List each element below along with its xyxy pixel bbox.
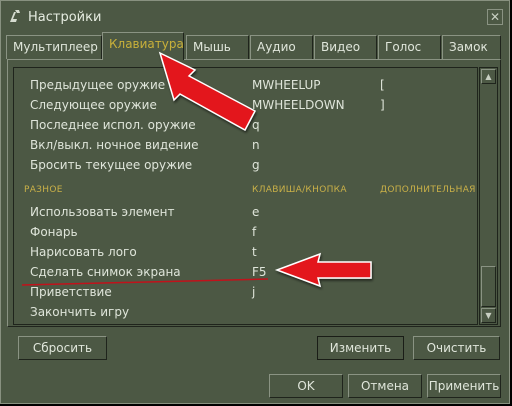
apply-button[interactable]: Применить — [427, 374, 501, 398]
action-label: Нарисовать лого — [30, 245, 137, 259]
tab-mouse[interactable]: Мышь — [186, 35, 249, 59]
button-label: Отмена — [360, 379, 410, 393]
arrow-down-icon: ▼ — [485, 311, 492, 320]
button-label: Применить — [428, 379, 500, 393]
button-label: OK — [297, 379, 315, 393]
tab-label: Голос — [385, 40, 422, 54]
action-label: Предыдущее оружие — [30, 78, 166, 92]
settings-window: Настройки ✕ Мультиплеер Клавиатура Мышь … — [0, 0, 510, 404]
button-label: Изменить — [329, 341, 392, 355]
key-value: j — [252, 285, 256, 299]
key-value: g — [252, 158, 260, 172]
list-item[interactable]: Сделать снимок экрана F5 — [14, 262, 477, 282]
title-bar: Настройки ✕ — [1, 1, 509, 31]
tab-label: Мультиплеер — [13, 40, 98, 54]
button-label: Сбросить — [32, 341, 93, 355]
key-value: t — [252, 245, 257, 259]
scroll-down-button[interactable]: ▼ — [481, 308, 496, 323]
list-item[interactable]: Нарисовать лого t — [14, 242, 477, 262]
tab-label: Замок — [449, 40, 488, 54]
list-item[interactable]: Приветствие j — [14, 282, 477, 302]
tab-label: Мышь — [193, 40, 231, 54]
action-label: Использовать элемент — [30, 205, 175, 219]
key-value: MWHEELUP — [252, 78, 321, 92]
tab-keyboard[interactable]: Клавиатура — [102, 32, 184, 60]
close-icon: ✕ — [489, 10, 501, 24]
cs-logo-icon — [10, 10, 20, 22]
key-binding-list[interactable]: Предыдущее оружие MWHEELUP [ Следующее о… — [13, 67, 478, 325]
action-label: Бросить текущее оружие — [30, 158, 193, 172]
key-value: n — [252, 138, 260, 152]
tab-multiplayer[interactable]: Мультиплеер — [6, 35, 102, 59]
tab-label: Клавиатура — [109, 37, 184, 51]
key-value: MWHEELDOWN — [252, 98, 345, 112]
action-label: Вкл/выкл. ночное видение — [30, 138, 199, 152]
action-label: Приветствие — [30, 285, 112, 299]
action-label: Закончить игру — [30, 305, 130, 319]
alt-key-value: [ — [380, 78, 385, 92]
action-label: Фонарь — [30, 225, 78, 239]
clear-button[interactable]: Очистить — [413, 336, 500, 360]
arrow-up-icon: ▲ — [485, 72, 492, 81]
change-button[interactable]: Изменить — [317, 336, 404, 360]
ok-button[interactable]: OK — [269, 374, 343, 398]
alt-key-value: ] — [380, 98, 385, 112]
action-label: Последнее испол. оружие — [30, 118, 196, 132]
key-value: q — [252, 118, 260, 132]
section-title: РАЗНОЕ — [24, 185, 63, 195]
list-item[interactable]: Предыдущее оружие MWHEELUP [ — [14, 75, 477, 95]
scroll-up-button[interactable]: ▲ — [481, 69, 496, 84]
list-item[interactable]: Последнее испол. оружие q — [14, 115, 477, 135]
cancel-button[interactable]: Отмена — [348, 374, 422, 398]
column-header-key: КЛАВИША/КНОПКА — [252, 185, 347, 195]
scroll-thumb[interactable] — [481, 266, 496, 307]
tab-video[interactable]: Видео — [314, 35, 377, 59]
tab-label: Видео — [321, 40, 361, 54]
list-scrollbar[interactable]: ▲ ▼ — [479, 67, 498, 325]
list-item[interactable]: Вкл/выкл. ночное видение n — [14, 135, 477, 155]
key-value: f — [252, 225, 257, 239]
list-item[interactable]: Бросить текущее оружие g — [14, 155, 477, 175]
key-value: e — [252, 205, 260, 219]
action-label: Следующее оружие — [30, 98, 157, 112]
section-header: РАЗНОЕ КЛАВИША/КНОПКА ДОПОЛНИТЕЛЬНАЯ — [14, 180, 477, 200]
list-item[interactable]: Использовать элемент e — [14, 202, 477, 222]
reset-button[interactable]: Сбросить — [18, 336, 107, 360]
tab-lock[interactable]: Замок — [442, 35, 501, 59]
action-label: Сделать снимок экрана — [30, 265, 181, 279]
column-header-alt: ДОПОЛНИТЕЛЬНАЯ — [380, 185, 476, 195]
tab-audio[interactable]: Аудио — [250, 35, 313, 59]
list-item[interactable]: Закончить игру — [14, 302, 477, 322]
list-item[interactable]: Фонарь f — [14, 222, 477, 242]
key-value: F5 — [252, 265, 267, 279]
tab-label: Аудио — [257, 40, 296, 54]
window-title: Настройки — [28, 10, 102, 25]
close-button[interactable]: ✕ — [487, 9, 503, 25]
tab-voice[interactable]: Голос — [378, 35, 441, 59]
button-label: Очистить — [426, 341, 487, 355]
list-item[interactable]: Следующее оружие MWHEELDOWN ] — [14, 95, 477, 115]
